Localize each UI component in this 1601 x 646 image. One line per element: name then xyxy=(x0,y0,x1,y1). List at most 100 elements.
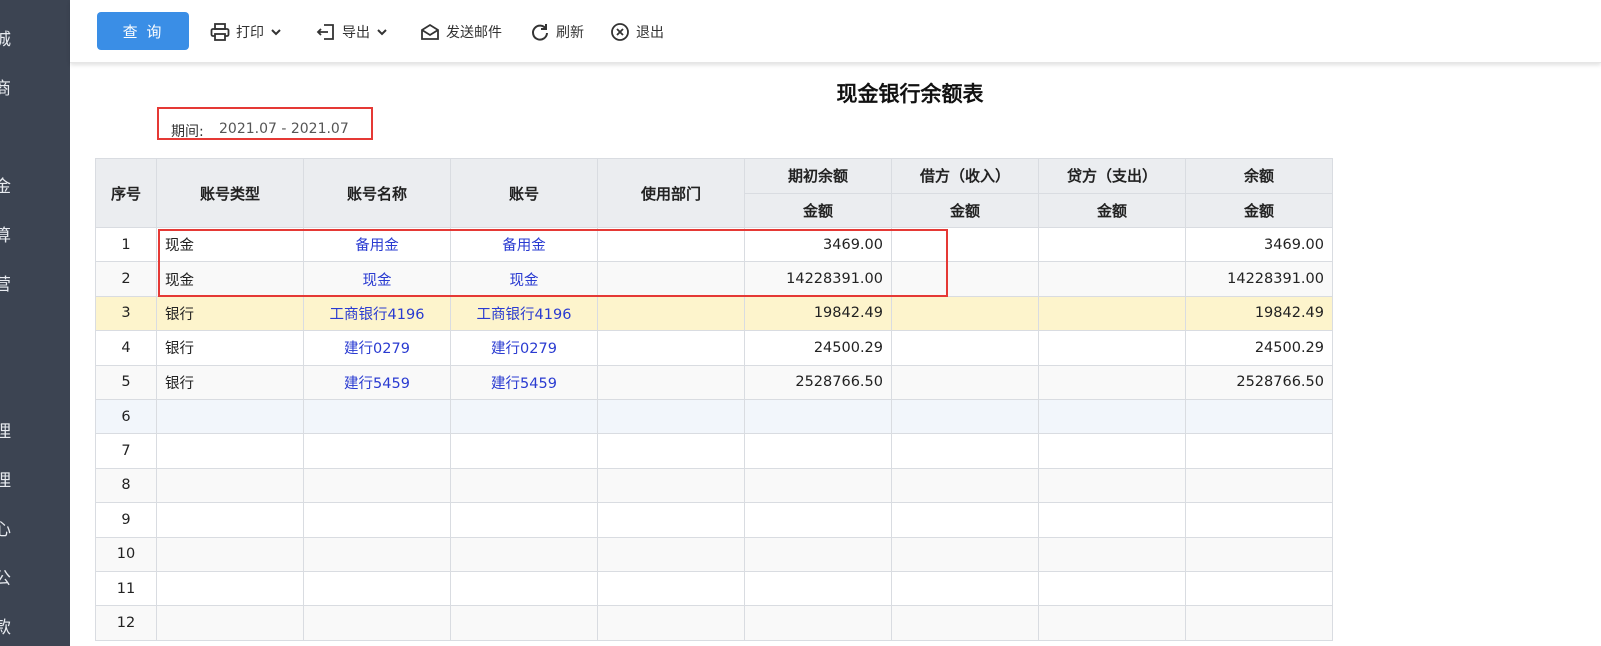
header-amount: 金额 xyxy=(891,192,1039,228)
cell-balance xyxy=(1185,398,1333,435)
cell-account[interactable] xyxy=(450,536,598,572)
cell-account-name[interactable] xyxy=(303,502,451,538)
period-value: 2021.07 - 2021.07 xyxy=(219,121,349,137)
cell-no: 2 xyxy=(95,261,157,297)
sidebar-item[interactable]: 金 xyxy=(0,175,24,199)
sidebar-item[interactable]: 款 xyxy=(0,616,24,640)
table-row[interactable]: 3 银行 工商银行4196 工商银行4196 19842.49 19842.49 xyxy=(95,295,1333,332)
send-mail-button[interactable]: 发送邮件 xyxy=(420,20,502,44)
exit-button[interactable]: 退出 xyxy=(610,20,664,44)
table-row[interactable]: 12 xyxy=(95,605,1333,641)
cell-account-name[interactable] xyxy=(303,536,451,572)
cell-account[interactable] xyxy=(450,433,598,469)
table-row[interactable]: 8 xyxy=(95,467,1333,504)
cell-balance: 2528766.50 xyxy=(1185,364,1333,400)
header-amount: 金额 xyxy=(1185,192,1333,228)
cell-opening-balance: 14228391.00 xyxy=(744,261,892,297)
cell-account-name[interactable]: 建行0279 xyxy=(303,330,451,366)
refresh-label: 刷新 xyxy=(556,25,584,41)
print-button[interactable]: 打印 xyxy=(210,20,282,44)
cell-department xyxy=(597,398,745,435)
cell-balance: 24500.29 xyxy=(1185,330,1333,366)
table-row[interactable]: 6 xyxy=(95,398,1333,435)
export-label: 导出 xyxy=(342,25,370,41)
export-icon xyxy=(316,23,336,41)
cell-debit xyxy=(891,433,1039,469)
cell-no: 5 xyxy=(95,364,157,400)
refresh-button[interactable]: 刷新 xyxy=(530,20,584,44)
cell-account-name[interactable] xyxy=(303,433,451,469)
sidebar-item[interactable]: 理 xyxy=(0,469,24,493)
cell-account-type: 现金 xyxy=(156,261,304,297)
cell-no: 1 xyxy=(95,226,157,263)
table-row[interactable]: 10 xyxy=(95,536,1333,572)
cell-account[interactable] xyxy=(450,605,598,641)
query-button[interactable]: 查 询 xyxy=(97,12,189,50)
cell-credit xyxy=(1038,502,1186,538)
cell-account-type xyxy=(156,398,304,435)
cell-opening-balance xyxy=(744,605,892,641)
cell-balance xyxy=(1185,502,1333,538)
cell-credit xyxy=(1038,295,1186,332)
cell-credit xyxy=(1038,364,1186,400)
cell-opening-balance xyxy=(744,467,892,504)
refresh-icon xyxy=(530,22,550,42)
table-row[interactable]: 4 银行 建行0279 建行0279 24500.29 24500.29 xyxy=(95,330,1333,366)
cell-account-name[interactable] xyxy=(303,570,451,607)
cell-account-type xyxy=(156,570,304,607)
cell-account-name[interactable] xyxy=(303,398,451,435)
cell-account[interactable]: 建行0279 xyxy=(450,330,598,366)
table-row[interactable]: 7 xyxy=(95,433,1333,469)
toolbar: 查 询 打印 导出 发送邮件 刷新 退出 xyxy=(70,0,1601,63)
cell-opening-balance: 24500.29 xyxy=(744,330,892,366)
cell-account-name[interactable]: 备用金 xyxy=(303,226,451,263)
cell-account-name[interactable]: 建行5459 xyxy=(303,364,451,400)
balance-table: 序号 账号类型 账号名称 账号 使用部门 期初余额 借方（收入） 贷方（支出） … xyxy=(95,158,1333,641)
cell-account[interactable] xyxy=(450,398,598,435)
table-row[interactable]: 1 现金 备用金 备用金 3469.00 3469.00 xyxy=(95,226,1333,263)
cell-account[interactable]: 工商银行4196 xyxy=(450,295,598,332)
table-row[interactable]: 9 xyxy=(95,502,1333,538)
cell-debit xyxy=(891,605,1039,641)
export-button[interactable]: 导出 xyxy=(316,20,388,44)
sidebar-item[interactable]: 理 xyxy=(0,420,24,444)
cell-account[interactable]: 建行5459 xyxy=(450,364,598,400)
cell-account-name[interactable]: 工商银行4196 xyxy=(303,295,451,332)
header-amount: 金额 xyxy=(1038,192,1186,228)
cell-credit xyxy=(1038,398,1186,435)
cell-debit xyxy=(891,226,1039,263)
printer-icon xyxy=(210,23,230,41)
cell-account-type: 现金 xyxy=(156,226,304,263)
sidebar-item[interactable]: 算 xyxy=(0,224,24,248)
sidebar-item[interactable]: 营 xyxy=(0,273,24,297)
cell-credit xyxy=(1038,570,1186,607)
cell-account[interactable]: 备用金 xyxy=(450,226,598,263)
cell-account[interactable] xyxy=(450,467,598,504)
sidebar-item[interactable]: 城 xyxy=(0,28,24,52)
cell-opening-balance xyxy=(744,570,892,607)
table-row[interactable]: 11 xyxy=(95,570,1333,607)
mail-icon xyxy=(420,23,440,41)
cell-account-name[interactable] xyxy=(303,605,451,641)
cell-account[interactable] xyxy=(450,502,598,538)
cell-account-name[interactable]: 现金 xyxy=(303,261,451,297)
cell-credit xyxy=(1038,433,1186,469)
cell-account[interactable] xyxy=(450,570,598,607)
table-row[interactable]: 5 银行 建行5459 建行5459 2528766.50 2528766.50 xyxy=(95,364,1333,400)
cell-opening-balance: 2528766.50 xyxy=(744,364,892,400)
sidebar-item[interactable]: 商 xyxy=(0,77,24,101)
cell-account-type xyxy=(156,467,304,504)
cell-no: 6 xyxy=(95,398,157,435)
cell-account[interactable]: 现金 xyxy=(450,261,598,297)
header-no: 序号 xyxy=(95,158,157,228)
cell-balance: 3469.00 xyxy=(1185,226,1333,263)
sidebar-item[interactable]: 心 xyxy=(0,518,24,542)
cell-opening-balance: 3469.00 xyxy=(744,226,892,263)
sidebar-item[interactable]: 公 xyxy=(0,567,24,591)
cell-opening-balance xyxy=(744,398,892,435)
cell-account-name[interactable] xyxy=(303,467,451,504)
table-row[interactable]: 2 现金 现金 现金 14228391.00 14228391.00 xyxy=(95,261,1333,297)
cell-department xyxy=(597,605,745,641)
cell-department xyxy=(597,467,745,504)
header-account: 账号 xyxy=(450,158,598,228)
